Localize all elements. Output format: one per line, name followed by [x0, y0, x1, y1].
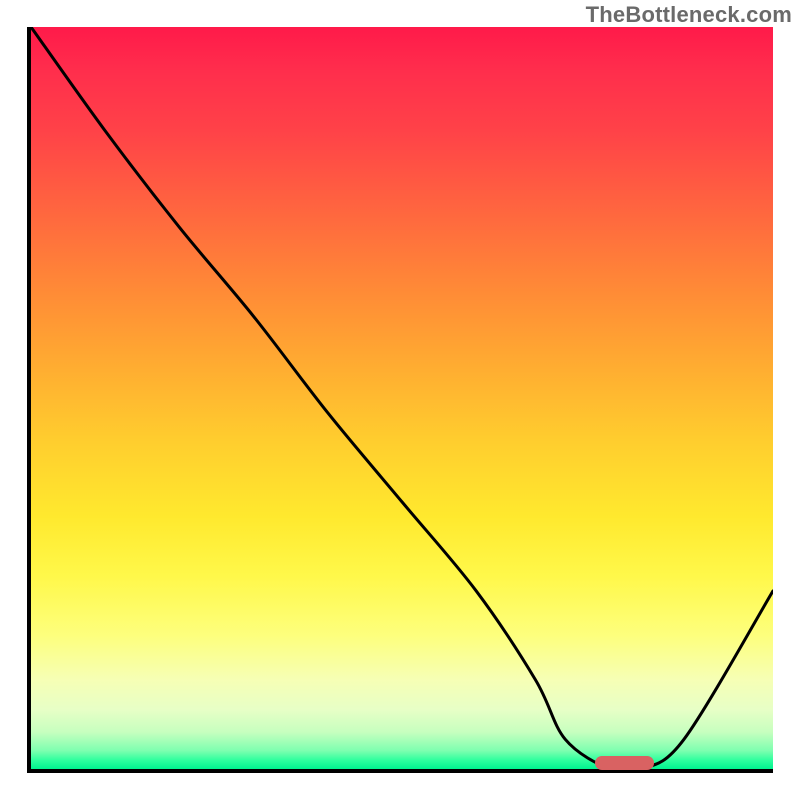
plot-frame	[27, 27, 773, 773]
optimal-marker	[595, 756, 654, 770]
watermark-text: TheBottleneck.com	[586, 2, 792, 28]
chart-stage: TheBottleneck.com	[0, 0, 800, 800]
bottleneck-curve	[31, 27, 773, 769]
